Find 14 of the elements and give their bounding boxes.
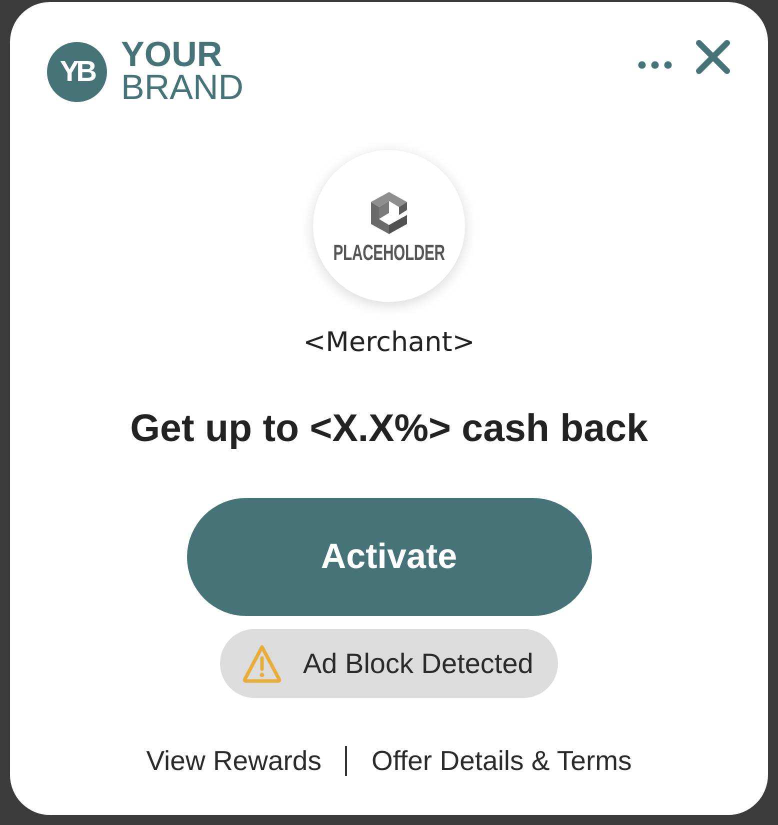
- merchant-name: <Merchant>: [303, 326, 475, 360]
- brand-name: YOUR: [121, 38, 224, 71]
- more-icon[interactable]: [638, 60, 672, 68]
- brand-monogram: YB: [47, 42, 107, 102]
- merchant-logo-text: PLACEHOLDER: [333, 242, 445, 264]
- activate-button[interactable]: Activate: [186, 498, 592, 616]
- brand-name: BRAND: [121, 71, 244, 104]
- cube-icon: [370, 192, 408, 234]
- offer-headline: Get up to <X.X%> cash back: [130, 406, 648, 452]
- warning-icon: [242, 644, 282, 684]
- close-icon[interactable]: [696, 40, 730, 74]
- footer-link[interactable]: View Rewards: [146, 744, 322, 778]
- footer-link[interactable]: Offer Details & Terms: [371, 744, 632, 778]
- notice-text: Ad Block Detected: [303, 646, 534, 680]
